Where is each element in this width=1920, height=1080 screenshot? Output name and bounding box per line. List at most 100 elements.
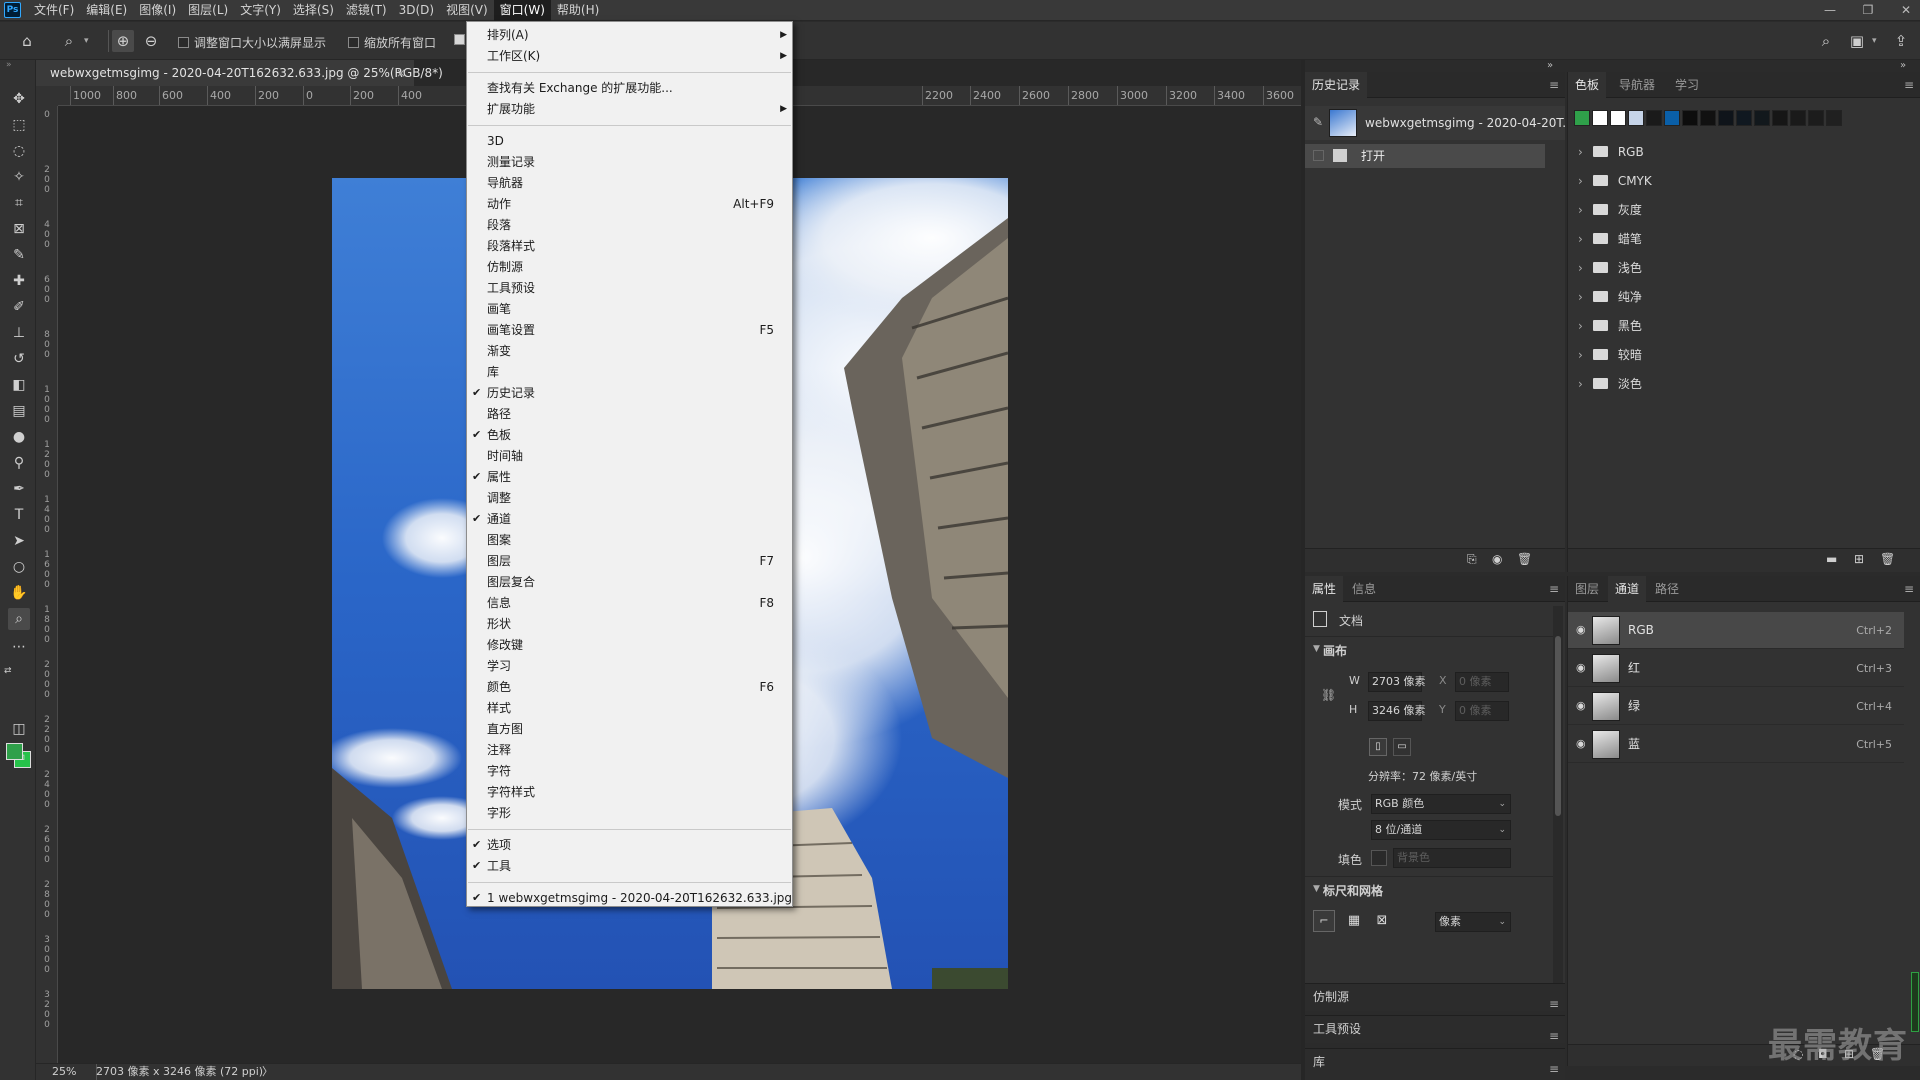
window-menu-item[interactable]: 调整 <box>467 488 792 508</box>
window-menu-item[interactable]: 画笔设置 F5 <box>467 320 792 340</box>
window-menu-item[interactable]: 画笔 <box>467 299 792 319</box>
window-menu-item[interactable]: 查找有关 Exchange 的扩展功能... <box>467 78 792 98</box>
landscape-orientation-icon[interactable]: ▭ <box>1393 738 1411 756</box>
window-menu-item[interactable]: ✔ 选项 <box>467 835 792 855</box>
swatch-group[interactable]: › 浅色 <box>1578 254 1642 282</box>
menu-item-8[interactable]: 视图(V) <box>440 0 494 21</box>
close-button[interactable]: ✕ <box>1898 0 1914 21</box>
vertical-ruler[interactable]: 0 200 400 600 800 1000 1200 1400 1600 1800 2000 220… <box>36 106 58 1063</box>
new-swatch-icon[interactable]: ⊞ <box>1854 552 1864 566</box>
quick-mask-icon[interactable]: ◫ <box>8 718 30 740</box>
collapse-arrows-icon[interactable]: » <box>1900 60 1916 72</box>
color-swatch[interactable] <box>1826 110 1842 126</box>
magic-wand-tool-icon[interactable]: ✧ <box>8 166 30 188</box>
height-field[interactable]: 3246 像素 <box>1368 701 1426 721</box>
swatch-group[interactable]: › 蜡笔 <box>1578 225 1642 253</box>
grid-icon[interactable]: ▦ <box>1343 910 1365 932</box>
panel-menu-icon[interactable]: ≡ <box>1549 582 1559 596</box>
window-menu-item[interactable]: 路径 <box>467 404 792 424</box>
eye-icon[interactable]: ◉ <box>1576 661 1586 674</box>
chevron-right-icon[interactable]: › <box>1578 145 1583 159</box>
zoom-level[interactable]: 25% <box>52 1064 76 1080</box>
checkbox-box[interactable] <box>348 37 359 48</box>
panel-menu-icon[interactable]: ≡ <box>1549 1023 1559 1049</box>
color-swatch[interactable] <box>1592 110 1608 126</box>
color-swatch[interactable] <box>1646 110 1662 126</box>
swatch-group[interactable]: › 较暗 <box>1578 341 1642 369</box>
menu-item-9[interactable]: 窗口(W) <box>493 0 551 21</box>
menu-item-6[interactable]: 滤镜(T) <box>340 0 393 21</box>
window-menu-item[interactable]: 信息 F8 <box>467 593 792 613</box>
marquee-tool-icon[interactable]: ⬚ <box>8 114 30 136</box>
checkbox-box[interactable] <box>178 37 189 48</box>
window-menu-item[interactable]: ✔ 1 webwxgetmsgimg - 2020-04-20T162632.63… <box>467 888 792 908</box>
window-menu-item[interactable]: ✔ 色板 <box>467 425 792 445</box>
window-menu-item[interactable]: 导航器 <box>467 173 792 193</box>
panel-menu-icon[interactable]: ≡ <box>1549 991 1559 1017</box>
tab-info[interactable]: 信息 <box>1345 576 1383 602</box>
fill-color-swatch[interactable] <box>1371 850 1387 866</box>
history-snapshot-row[interactable]: ✎ webwxgetmsgimg - 2020-04-20T... <box>1305 106 1574 140</box>
canvas-section-title[interactable]: 画布 <box>1323 642 1347 659</box>
window-menu-item[interactable]: 工具预设 <box>467 278 792 298</box>
hand-tool-icon[interactable]: ✋ <box>8 582 30 604</box>
chevron-down-icon[interactable]: ▼ <box>1313 884 1320 894</box>
pen-tool-icon[interactable]: ✒ <box>8 478 30 500</box>
chevron-right-icon[interactable]: › <box>1578 261 1583 275</box>
scroll-indicator[interactable] <box>1911 972 1919 1032</box>
menu-item-1[interactable]: 编辑(E) <box>80 0 133 21</box>
color-swatch[interactable] <box>1718 110 1734 126</box>
color-swatch[interactable] <box>1628 110 1644 126</box>
menu-item-5[interactable]: 选择(S) <box>287 0 340 21</box>
eraser-tool-icon[interactable]: ◧ <box>8 374 30 396</box>
workspace-icon[interactable]: ▣ <box>1846 30 1868 52</box>
window-menu-item[interactable]: ✔ 历史记录 <box>467 383 792 403</box>
chevron-right-icon[interactable]: › <box>1578 290 1583 304</box>
panel-menu-icon[interactable]: ≡ <box>1549 78 1559 92</box>
history-brush-source-icon[interactable]: ✎ <box>1313 115 1323 129</box>
foreground-color-swatch[interactable] <box>6 743 23 760</box>
lasso-tool-icon[interactable]: ◌ <box>8 140 30 162</box>
zoom-out-icon[interactable]: ⊖ <box>140 30 162 52</box>
chevron-right-icon[interactable]: › <box>1578 319 1583 333</box>
window-menu-item[interactable]: 图案 <box>467 530 792 550</box>
status-menu-arrow[interactable]: 〉 <box>262 1064 273 1080</box>
swatch-group[interactable]: › 纯净 <box>1578 283 1642 311</box>
window-menu-item[interactable]: 学习 <box>467 656 792 676</box>
guides-icon[interactable]: ⊠ <box>1371 910 1393 932</box>
menu-item-4[interactable]: 文字(Y) <box>234 0 287 21</box>
window-menu-item[interactable]: 库 <box>467 362 792 382</box>
chevron-right-icon[interactable]: › <box>1578 377 1583 391</box>
checkbox-box[interactable] <box>454 34 465 45</box>
search-icon[interactable]: ⌕ <box>1815 30 1837 52</box>
move-tool-icon[interactable]: ✥ <box>8 88 30 110</box>
window-menu-item[interactable]: 3D <box>467 131 792 151</box>
window-menu-item[interactable]: ✔ 属性 <box>467 467 792 487</box>
tool-presets-panel-tab[interactable]: 工具预设 ≡ <box>1305 1015 1565 1043</box>
window-menu-item[interactable]: 仿制源 <box>467 257 792 277</box>
window-menu-item[interactable]: 颜色 F6 <box>467 677 792 697</box>
window-menu-item[interactable]: 字形 <box>467 803 792 823</box>
trash-icon[interactable]: 🗑 <box>1517 552 1532 566</box>
window-menu-item[interactable]: 渐变 <box>467 341 792 361</box>
history-step-checkbox[interactable] <box>1313 150 1324 161</box>
color-swatch[interactable] <box>1736 110 1752 126</box>
window-menu-item[interactable]: 动作 Alt+F9 <box>467 194 792 214</box>
minimize-button[interactable]: — <box>1822 0 1838 21</box>
zoom-in-icon[interactable]: ⊕ <box>112 30 134 52</box>
home-icon[interactable]: ⌂ <box>16 30 38 52</box>
swatch-group[interactable]: › 灰度 <box>1578 196 1642 224</box>
window-menu-item[interactable]: 形状 <box>467 614 792 634</box>
chevron-right-icon[interactable]: › <box>1578 203 1583 217</box>
collapse-arrows-icon[interactable]: » <box>1547 60 1563 72</box>
document-tab[interactable]: webwxgetmsgimg - 2020-04-20T162632.633.j… <box>36 60 443 86</box>
portrait-orientation-icon[interactable]: ▯ <box>1369 738 1387 756</box>
mode-select[interactable]: RGB 颜色 ⌄ <box>1371 794 1511 814</box>
crop-tool-icon[interactable]: ⌗ <box>8 192 30 214</box>
path-selection-tool-icon[interactable]: ➤ <box>8 530 30 552</box>
zoom-tool-icon[interactable]: ⌕ <box>58 30 80 52</box>
brush-tool-icon[interactable]: ✐ <box>8 296 30 318</box>
zoom-tool-icon[interactable]: ⌕ <box>8 608 30 630</box>
window-menu-item[interactable]: ✔ 通道 <box>467 509 792 529</box>
folder-icon[interactable]: ▬ <box>1826 552 1837 566</box>
